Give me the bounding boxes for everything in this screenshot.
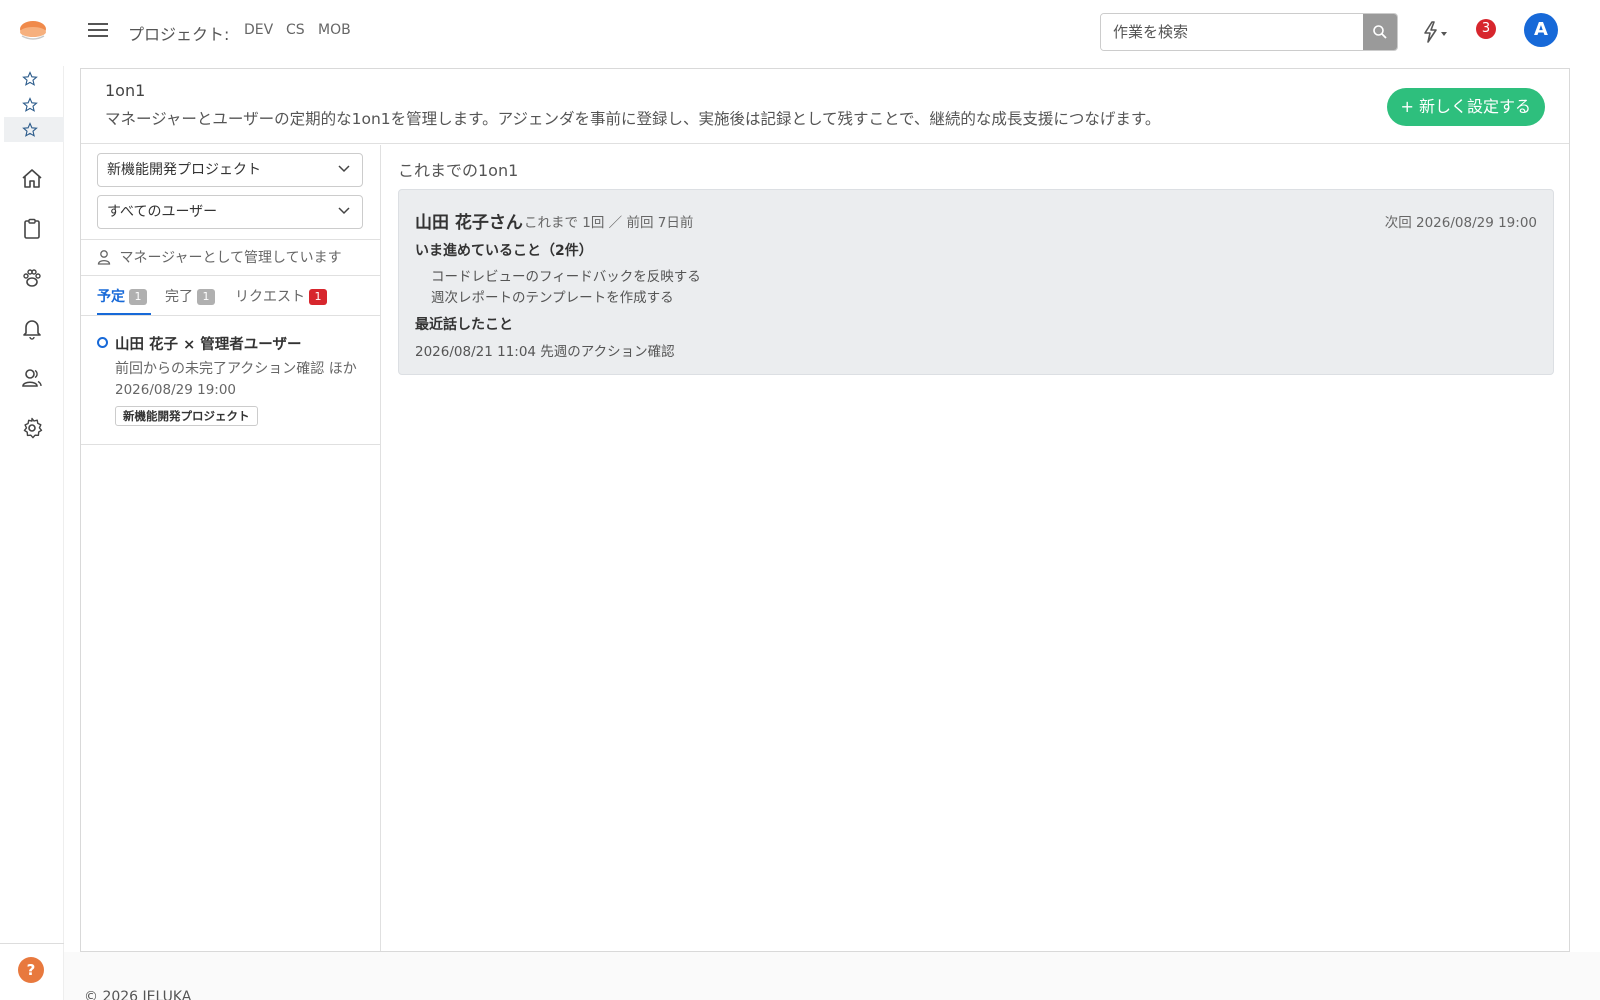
- app-logo[interactable]: [19, 20, 47, 42]
- in-progress-item: 週次レポートのテンプレートを作成する: [431, 290, 674, 306]
- page-title: 1on1: [105, 81, 146, 100]
- favorite-3[interactable]: [4, 117, 64, 142]
- clipboard-icon[interactable]: [20, 217, 44, 241]
- active-tab-indicator: [97, 313, 151, 315]
- tab-request[interactable]: リクエスト 1: [235, 286, 327, 306]
- history-card[interactable]: 山田 花子さん これまで 1回 ／ 前回 7日前 次回 2026/08/29 1…: [398, 189, 1554, 375]
- page-description: マネージャーとユーザーの定期的な1on1を管理します。アジェンダを事前に登録し、…: [105, 110, 1161, 128]
- user-select-value: すべてのユーザー: [107, 204, 218, 220]
- history-title: これまでの1on1: [398, 161, 519, 180]
- sidebar-divider: [0, 943, 64, 944]
- menu-toggle-button[interactable]: [88, 20, 108, 40]
- project-select[interactable]: 新機能開発プロジェクト: [97, 153, 363, 187]
- star-icon: [22, 70, 38, 86]
- tab-request-count: 1: [309, 289, 327, 305]
- member-name: 山田 花子さん: [415, 213, 523, 233]
- sidebar: [0, 66, 64, 1000]
- top-bar: プロジェクト: DEV CS MOB 3 A: [0, 0, 1600, 66]
- project-link-dev[interactable]: DEV: [244, 22, 273, 38]
- manager-note-text: マネージャーとして管理しています: [119, 250, 342, 266]
- user-avatar[interactable]: A: [1524, 13, 1558, 47]
- manager-note: マネージャーとして管理しています: [81, 239, 380, 276]
- recent-topic: 2026/08/21 11:04 先週のアクション確認: [415, 344, 675, 360]
- search-input[interactable]: [1101, 14, 1363, 50]
- search-icon: [1373, 25, 1387, 39]
- list-item-date: 2026/08/29 19:00: [115, 382, 237, 398]
- project-select-value: 新機能開発プロジェクト: [107, 162, 261, 178]
- member-meta: これまで 1回 ／ 前回 7日前: [524, 215, 694, 231]
- list-item[interactable]: 山田 花子 × 管理者ユーザー 前回からの未完了アクション確認 ほか 2026/…: [81, 317, 380, 445]
- project-link-cs[interactable]: CS: [286, 22, 305, 38]
- new-setting-button[interactable]: + 新しく設定する: [1386, 88, 1545, 126]
- list-item-title: 山田 花子 × 管理者ユーザー: [115, 337, 302, 353]
- chevron-down-icon: [338, 207, 350, 215]
- status-tabs: 予定 1 完了 1 リクエスト 1: [81, 276, 380, 316]
- tab-completed-label: 完了: [165, 289, 193, 305]
- footer-band: [64, 952, 1600, 1000]
- project-label: プロジェクト:: [128, 25, 230, 44]
- tab-scheduled-label: 予定: [97, 289, 125, 305]
- favorite-2[interactable]: [4, 92, 64, 117]
- schedule-panel: 新機能開発プロジェクト すべてのユーザー マネージャーとして管理しています 予定…: [81, 145, 381, 951]
- history-panel: これまでの1on1 山田 花子さん これまで 1回 ／ 前回 7日前 次回 20…: [382, 145, 1569, 951]
- help-button[interactable]: ?: [18, 957, 44, 983]
- favorite-1[interactable]: [4, 66, 64, 91]
- bell-icon[interactable]: [20, 316, 44, 340]
- user-select[interactable]: すべてのユーザー: [97, 195, 363, 229]
- footer-copyright: © 2026 IELUKA: [84, 989, 192, 1000]
- tab-completed-count: 1: [197, 289, 215, 305]
- status-dot-icon: [97, 337, 108, 348]
- home-icon[interactable]: [20, 167, 44, 191]
- main-card: 1on1 マネージャーとユーザーの定期的な1on1を管理します。アジェンダを事前…: [80, 68, 1570, 952]
- in-progress-heading: いま進めていること（2件）: [415, 243, 593, 259]
- star-icon: [22, 121, 38, 137]
- recent-heading: 最近話したこと: [415, 317, 513, 333]
- users-icon[interactable]: [20, 366, 44, 390]
- tab-request-label: リクエスト: [235, 289, 305, 305]
- person-icon: [97, 250, 111, 265]
- chevron-down-icon: [338, 165, 350, 173]
- list-item-subtitle: 前回からの未完了アクション確認 ほか: [115, 361, 357, 377]
- project-link-mob[interactable]: MOB: [318, 22, 351, 38]
- star-icon: [22, 96, 38, 112]
- paw-icon[interactable]: [20, 266, 44, 290]
- tab-scheduled[interactable]: 予定 1: [97, 286, 147, 306]
- in-progress-item: コードレビューのフィードバックを反映する: [431, 269, 701, 285]
- search-box: [1100, 13, 1398, 51]
- quick-action-bolt-icon[interactable]: [1418, 19, 1454, 45]
- search-button[interactable]: [1363, 14, 1397, 50]
- notification-badge[interactable]: 3: [1476, 19, 1496, 39]
- tab-completed[interactable]: 完了 1: [165, 286, 215, 306]
- page-header: 1on1 マネージャーとユーザーの定期的な1on1を管理します。アジェンダを事前…: [81, 69, 1569, 144]
- next-meeting: 次回 2026/08/29 19:00: [1384, 215, 1537, 231]
- project-tag: 新機能開発プロジェクト: [115, 406, 258, 426]
- gear-icon[interactable]: [20, 416, 44, 440]
- tab-scheduled-count: 1: [129, 289, 147, 305]
